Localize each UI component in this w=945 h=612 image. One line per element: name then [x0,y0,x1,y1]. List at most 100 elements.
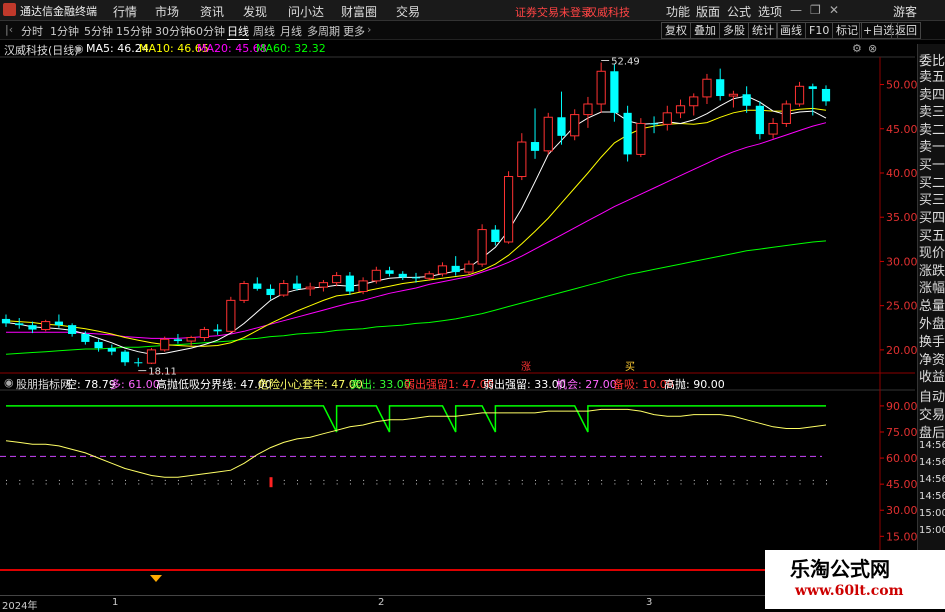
ind-dot: : [494,478,497,488]
candle-body [54,321,64,326]
candle-body [186,337,196,342]
ind-dot: : [190,478,193,488]
candle-body [253,283,262,289]
ind-dot: : [560,478,563,488]
ind-dot: : [309,478,312,488]
quote-field-6: 买一 [919,158,945,173]
ind-dot: : [283,478,286,488]
ind-dot: : [150,478,153,488]
ind-dot: : [296,478,299,488]
ind-dot: : [124,478,127,488]
ind-dot: : [18,478,21,488]
candle-body [662,112,672,125]
candle-body [1,318,11,324]
candle-body [437,265,448,275]
candle-body [398,273,407,278]
ind-dot: : [31,478,34,488]
quote-field-1: 卖五 [919,70,945,85]
price-tick-label: 25.00 [886,300,918,313]
ind-dot: : [759,478,762,488]
candle-body [332,275,342,284]
ind-dot: : [508,478,511,488]
candle-body [226,299,236,332]
quote-field-19: 自动 [919,390,945,405]
price-tick-label: 40.00 [886,167,918,180]
quote-field-27: 15:00 [919,525,945,536]
ind-dot: : [177,478,180,488]
quote-field-11: 现价 [919,246,945,261]
price-tick-label: 30.00 [886,255,918,268]
ma5-line [5,95,827,355]
candle-body [94,341,103,349]
candle-body [239,283,249,301]
indicator-tick-label: 30.00 [886,504,918,517]
quote-field-8: 买三 [919,193,945,208]
mark-zhang: 涨 [521,361,531,373]
ind-red-marker [269,477,273,488]
ind-dot: : [203,478,206,488]
ind-dot: : [375,478,378,488]
candle-body [411,277,421,279]
candle-body [28,325,37,330]
candle-body [530,142,540,151]
date-year: 2024年 [2,601,38,612]
candle-body [557,117,566,136]
ind-dot: : [587,478,590,488]
ind-dot: : [825,478,828,488]
quote-field-22: 14:56 [919,440,945,451]
quote-field-21: 盘后 [919,426,945,441]
quote-field-25: 14:56 [919,491,945,502]
indicator-tick-label: 60.00 [886,452,918,465]
quote-field-16: 换手 [919,335,945,350]
ind-dot: : [521,478,524,488]
diamond-icon [150,575,162,582]
ind-dot: : [389,478,392,488]
candle-body [503,176,514,243]
ind-dot: : [428,478,431,488]
candle-body [107,348,116,352]
quote-field-20: 交易 [919,408,945,423]
ind-dot: : [640,478,643,488]
candle-body [199,329,209,339]
candle-body [41,321,51,331]
ma20-line [6,122,827,339]
ind-dot: : [653,478,656,488]
candle-body [821,88,831,102]
ind-dot: : [98,478,101,488]
candle-body [15,323,24,326]
quote-field-24: 14:56 [919,474,945,485]
ind-dot: : [613,478,616,488]
ind-dot: : [71,478,74,488]
ind-dot: : [574,478,577,488]
candle-body [755,105,764,135]
ind-dot: : [217,478,220,488]
ind-dot: : [402,478,405,488]
kline-chart[interactable]: ::::::::::::::::::::::::::::::::::::::::… [0,0,945,609]
ind-dot: : [256,478,259,488]
candle-body [358,280,368,293]
candle-body [675,105,686,114]
candle-body [596,70,606,105]
ind-dot: : [164,478,167,488]
date-month-1: 1 [112,597,119,608]
quote-side-panel[interactable]: 委比 卖五 卖四 卖三 卖二 卖一 买一 买二 买三 买四 买五 现价 涨跌 涨幅 总量 外盘 换手 净资 收益 自动… [917,44,945,564]
candle-body [583,103,593,116]
ind-dot: : [362,478,365,488]
ind-dot: : [5,478,8,488]
candle-body [120,351,130,363]
ind-green-line [5,405,826,433]
price-tick-label: 20.00 [886,344,918,357]
quote-field-23: 14:56 [919,457,945,468]
candle-body [345,275,354,292]
ind-dot: : [746,478,749,488]
quote-field-18: 收益 [919,370,945,385]
candle-body [160,338,170,351]
candle-body [292,283,302,289]
ind-dot: : [415,478,418,488]
ind-dot: : [230,478,233,488]
candle-body [477,229,487,265]
watermark: 乐淘公式网 www.60lt.com [765,550,945,609]
ind-dot: : [45,478,48,488]
quote-field-3: 卖三 [919,105,945,120]
candle-body [716,79,725,97]
